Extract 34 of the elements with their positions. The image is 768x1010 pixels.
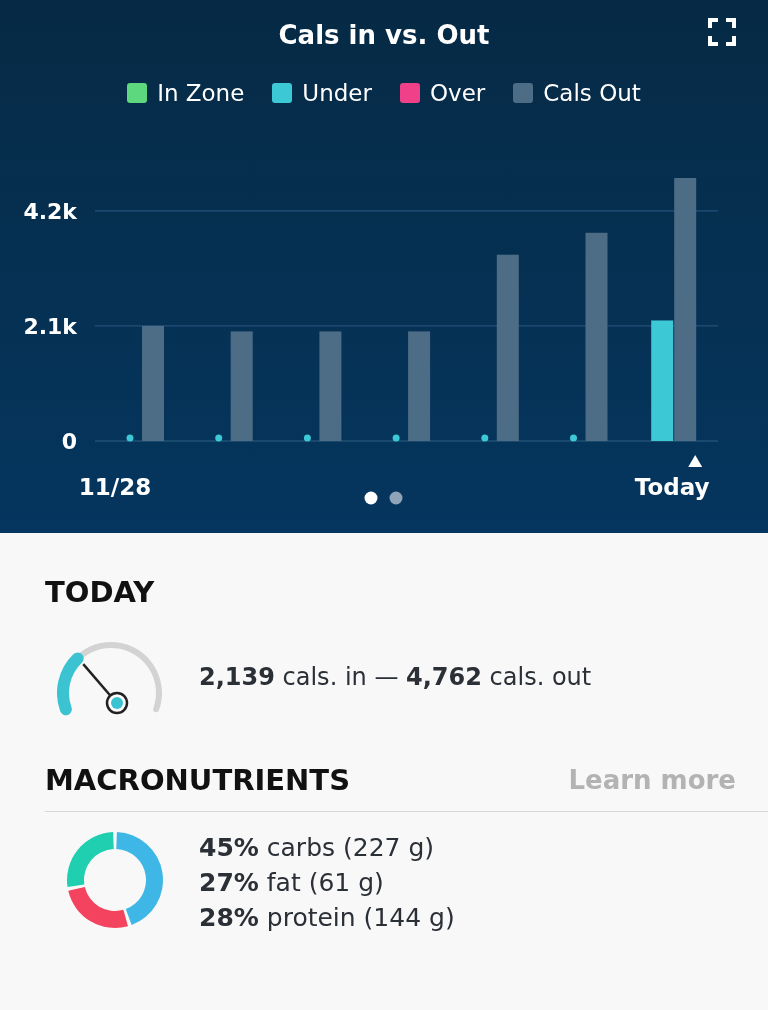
bar[interactable] [674,178,697,441]
x-axis-label: 11/28 [78,474,152,500]
bar[interactable] [496,254,519,441]
macro-line: 27% fat (61 g) [199,867,385,897]
y-axis-label: 2.1k [23,313,77,339]
donut-slice [67,832,114,888]
zero-marker [392,434,400,442]
page-dot[interactable] [389,491,403,505]
bar[interactable] [230,331,253,441]
y-axis-label: 4.2k [23,198,77,224]
zero-marker [303,434,311,442]
zero-marker [126,434,134,442]
fullscreen-icon[interactable] [708,18,736,46]
pointer-icon [688,455,703,467]
macro-line: 28% protein (144 g) [199,902,455,932]
legend-label: In Zone [157,80,245,106]
bar[interactable] [651,320,674,441]
page-dot[interactable] [364,491,378,505]
zero-marker [215,434,223,442]
zero-marker [481,434,489,442]
zero-marker [570,434,577,442]
section-heading: MACRONUTRIENTS [45,763,351,797]
macro-line: 45% carbs (227 g) [199,832,435,862]
calorie-summary: 2,139 cals. in — 4,762 cals. out [199,663,592,691]
section-heading: TODAY [45,575,156,609]
legend-label: Over [430,80,486,106]
bar[interactable] [319,331,342,441]
chart-title: Cals in vs. Out [278,20,490,50]
y-axis-label: 0 [61,429,77,454]
legend-label: Cals Out [543,80,641,106]
learn-more-link[interactable]: Learn more [568,765,736,795]
legend-label: Under [302,80,372,106]
bar[interactable] [408,331,431,441]
x-axis-label: Today [634,474,710,500]
